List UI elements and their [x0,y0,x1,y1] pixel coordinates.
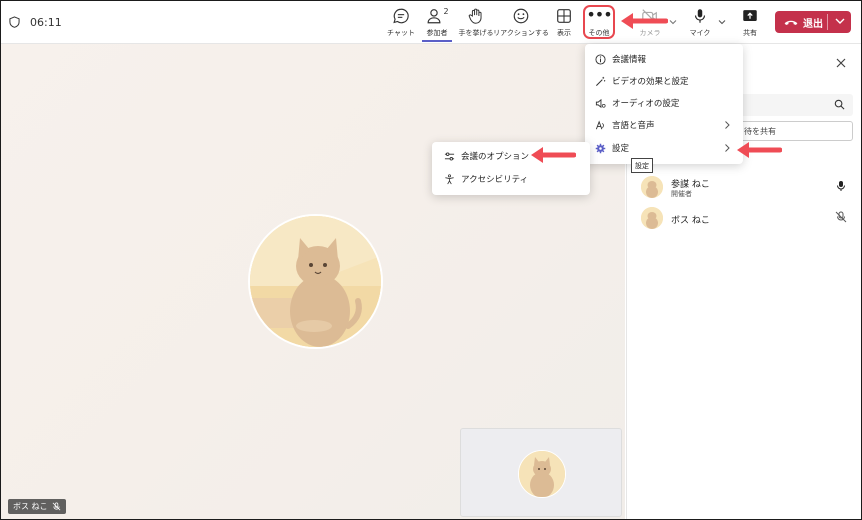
participant-search-input[interactable] [737,94,853,116]
submenu-item-accessibility[interactable]: アクセシビリティ [432,168,590,190]
cat-avatar-image [250,216,381,347]
share-label: 共有 [743,29,757,37]
react-button[interactable]: リアクションする [493,5,549,41]
view-label: 表示 [557,29,571,37]
people-label: 参加者 [426,29,448,37]
submenu-item-label: 会議のオプション [461,152,530,162]
people-icon [428,9,441,24]
self-name-badge: ボス ねこ [8,499,66,514]
meeting-stage: ボス ねこ [1,44,625,519]
chevron-down-icon[interactable] [833,14,847,28]
magic-wand-icon [596,76,606,86]
teams-meeting-window: 06:11 チャット 2 参加者 手を挙げる リアクションする 表示 ••• そ… [0,0,862,520]
participant-role: 開催者 [671,190,692,198]
mic-off-icon [835,211,847,223]
grid-icon [557,9,571,23]
menu-item-settings[interactable]: 設定 [585,137,743,159]
self-name: ボス ねこ [13,502,48,511]
chat-label: チャット [387,29,415,37]
emoji-icon [513,8,529,24]
shield-icon [9,16,20,28]
menu-item-language-speech[interactable]: 言語と音声 [585,114,743,136]
info-icon [595,53,606,65]
share-invite-button[interactable]: 待を共有 [737,121,853,141]
mic-button[interactable]: マイク [687,5,713,41]
raise-hand-label: 手を挙げる [458,29,494,37]
more-options-menu: 会議情報 ビデオの効果と設定 オーディオの設定 言語と音声 設定 [585,44,743,164]
close-icon[interactable] [834,56,848,70]
chevron-right-icon [725,121,730,129]
hang-up-icon [784,20,798,26]
submenu-item-label: アクセシビリティ [461,175,529,185]
leave-label: 退出 [803,18,823,30]
raise-hand-button[interactable]: 手を挙げる [458,5,494,41]
settings-tooltip: 設定 [631,158,653,173]
mic-icon [694,9,706,23]
mic-options-chevron-icon[interactable] [717,17,727,27]
chevron-right-icon [725,144,730,152]
menu-item-label: 言語と音声 [612,121,655,131]
people-count: 2 [443,7,449,16]
menu-item-label: ビデオの効果と設定 [612,77,689,87]
mic-icon [837,181,845,191]
react-label: リアクションする [493,29,549,37]
share-icon [743,10,757,21]
participant-row[interactable]: ボス ねこ [641,207,853,231]
share-button[interactable]: 共有 [737,5,763,41]
menu-item-meeting-info[interactable]: 会議情報 [585,48,743,70]
mic-label: マイク [689,29,711,37]
participant-avatar [641,176,663,198]
participant-avatar-main [248,214,383,349]
self-video-tile[interactable] [460,428,622,517]
self-avatar [518,450,566,498]
chat-icon [393,8,409,24]
menu-item-audio-settings[interactable]: オーディオの設定 [585,92,743,114]
annotation-arrow-icon [621,13,668,29]
annotation-arrow-icon [531,147,576,163]
participant-name: ボス ねこ [671,216,710,226]
meeting-status: 06:11 [9,13,62,31]
people-button[interactable]: 2 参加者 [422,5,452,42]
speaker-settings-icon [595,98,606,108]
menu-item-label: 設定 [612,144,630,154]
meeting-toolbar: 06:11 チャット 2 参加者 手を挙げる リアクションする 表示 ••• そ… [1,1,861,44]
leave-divider [827,14,828,30]
leave-button[interactable]: 退出 [775,11,851,33]
language-icon [595,120,604,129]
gear-icon [595,143,606,153]
meeting-timer: 06:11 [30,15,62,29]
camera-options-chevron-icon[interactable] [668,17,678,27]
annotation-arrow-icon [737,142,782,158]
accessibility-icon [445,173,454,184]
menu-item-label: オーディオの設定 [612,99,680,109]
active-underline [422,40,452,42]
mic-off-icon [52,502,60,511]
participant-avatar [641,207,663,229]
highlight-box [583,5,615,39]
menu-item-label: 会議情報 [612,55,647,65]
menu-item-video-effects[interactable]: ビデオの効果と設定 [585,70,743,92]
sliders-icon [444,151,455,161]
participant-row[interactable]: 参謀 ねこ 開催者 [641,176,853,200]
chat-button[interactable]: チャット [387,5,415,41]
search-icon [834,99,845,110]
cat-avatar-image [519,451,565,497]
view-button[interactable]: 表示 [551,5,577,41]
hand-icon [468,8,482,24]
